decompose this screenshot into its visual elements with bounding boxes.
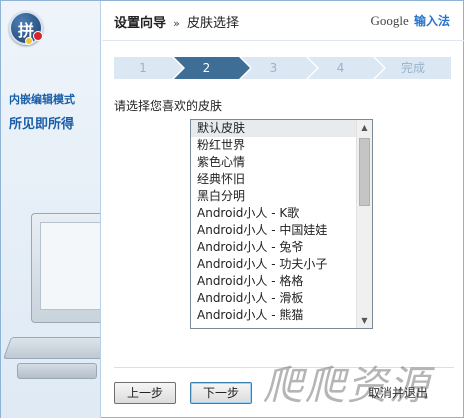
skin-prompt: 请选择您喜欢的皮肤 (114, 99, 223, 113)
scroll-up-arrow-icon[interactable]: ▲ (357, 120, 372, 135)
computer-illustration-icon (31, 213, 100, 323)
skin-list-item[interactable]: Android小人 - 格格 (191, 273, 356, 290)
skin-list-item[interactable]: Android小人 - 中国娃娃 (191, 222, 356, 239)
skin-list-item[interactable]: 黑白分明 (191, 188, 356, 205)
breadcrumb-current: 皮肤选择 (187, 16, 240, 31)
next-button[interactable]: 下一步 (190, 382, 252, 404)
google-wordmark: Google (370, 13, 409, 28)
breadcrumb: 设置向导 » 皮肤选择 (114, 12, 239, 31)
step-finish: 完成 (375, 57, 451, 79)
previous-button[interactable]: 上一步 (114, 382, 176, 404)
skin-list-items: 默认皮肤 粉红世界 紫色心情 经典怀旧 黑白分明 Android小人 - K歌 Androi… (191, 120, 356, 328)
skin-list-item[interactable]: Android小人 - 功夫小子 (191, 256, 356, 273)
step-label: 完成 (400, 61, 425, 75)
skin-listbox[interactable]: 默认皮肤 粉红世界 紫色心情 经典怀旧 黑白分明 Android小人 - K歌 Androi… (190, 119, 373, 329)
step-2-active: 2 (174, 57, 250, 79)
keyboard-base-illustration (17, 363, 97, 379)
sidebar-label-inline-edit: 内嵌编辑模式 (9, 93, 75, 106)
left-panel: 拼 内嵌编辑模式 所见即所得 (1, 1, 101, 418)
ime-label: 输入法 (413, 14, 450, 28)
skin-list-item[interactable]: Android小人 - 兔爷 (191, 239, 356, 256)
step-arrow (306, 57, 317, 79)
scrollbar-thumb[interactable] (359, 138, 370, 206)
step-arrow (172, 57, 183, 79)
step-label: 3 (269, 61, 278, 75)
scroll-down-arrow-icon[interactable]: ▼ (357, 313, 372, 328)
breadcrumb-separator: » (173, 17, 180, 30)
step-arrow (239, 57, 250, 79)
monitor-screen (40, 222, 100, 310)
step-label: 1 (139, 61, 147, 75)
skin-list-item[interactable]: Android小人 - 滑板 (191, 290, 356, 307)
skin-list-item[interactable]: 紫色心情 (191, 154, 356, 171)
skin-list-item[interactable]: Android小人 - K歌 (191, 205, 356, 222)
breadcrumb-main: 设置向导 (114, 16, 167, 31)
product-brand: Google 输入法 (370, 12, 450, 29)
step-1: 1 (114, 57, 183, 79)
step-3: 3 (241, 57, 317, 79)
google-pinyin-logo-icon: 拼 (9, 11, 43, 45)
cancel-exit-button[interactable]: 取消并退出 (357, 382, 439, 404)
keyboard-illustration-icon (2, 337, 100, 359)
skin-list-item[interactable]: 默认皮肤 (191, 120, 356, 137)
scrollbar[interactable]: ▲ ▼ (356, 120, 372, 328)
logo-red-dot (33, 31, 43, 41)
sidebar-label-wysiwyg: 所见即所得 (9, 117, 75, 132)
step-progress: 1 2 3 4 完成 (114, 57, 451, 79)
setup-wizard-window: 拼 内嵌编辑模式 所见即所得 设置向导 » 皮肤选择 Google 输入法 1 … (0, 0, 464, 418)
skin-list-item[interactable]: Android小人 - 熊猫 (191, 307, 356, 324)
logo-yellow-dot (25, 37, 33, 45)
skin-list-item[interactable]: 经典怀旧 (191, 171, 356, 188)
skin-list-item[interactable]: 粉红世界 (191, 137, 356, 154)
step-label: 4 (336, 61, 345, 75)
step-arrow (373, 57, 384, 79)
step-4: 4 (308, 57, 384, 79)
wizard-header: 设置向导 » 皮肤选择 Google 输入法 (102, 1, 464, 41)
step-label: 2 (202, 61, 211, 75)
